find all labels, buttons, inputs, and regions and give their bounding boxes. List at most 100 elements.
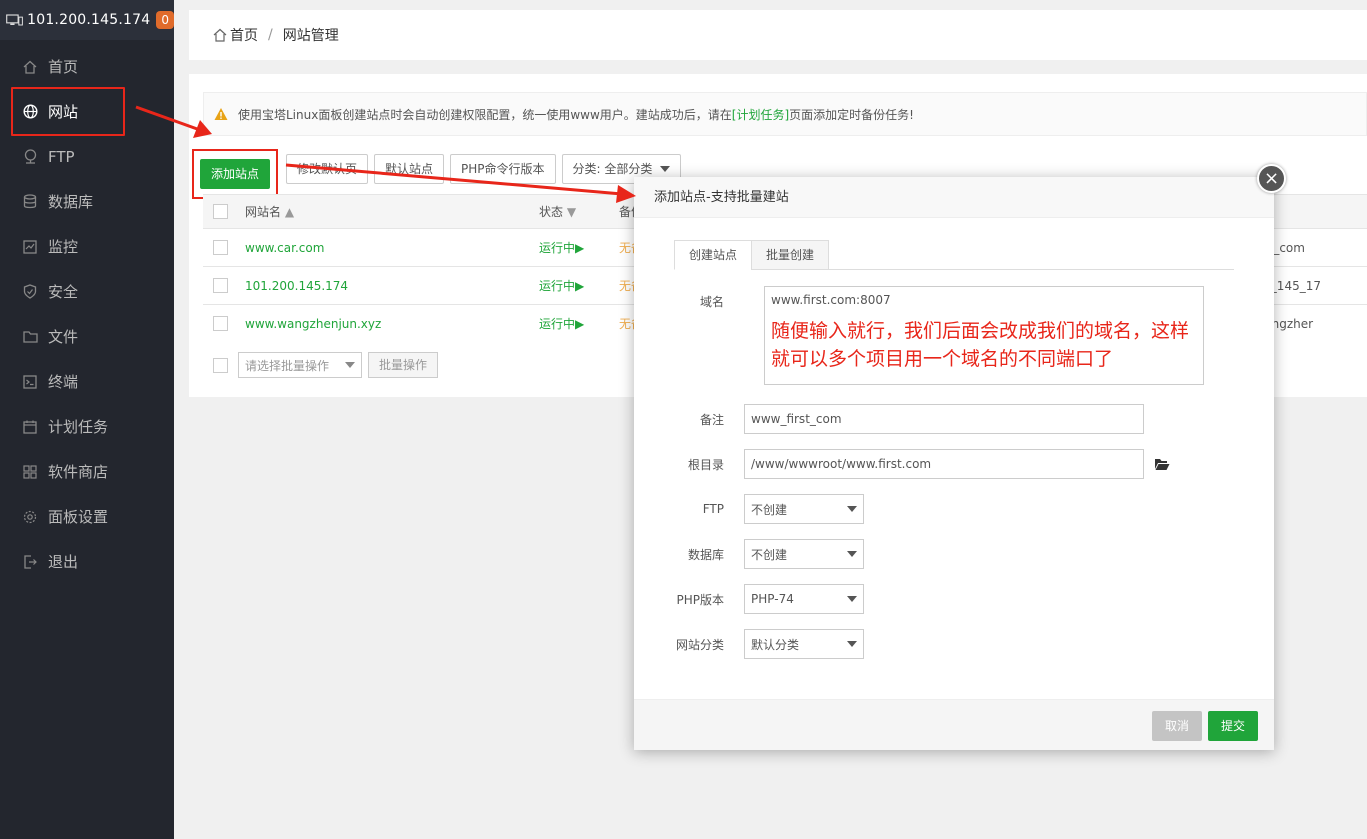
row-checkbox[interactable] bbox=[213, 316, 228, 332]
php-cli-version-button[interactable]: PHP命令行版本 bbox=[450, 154, 556, 184]
cron-link[interactable]: [计划任务] bbox=[732, 106, 789, 123]
modal-footer: 取消 提交 bbox=[634, 699, 1274, 750]
remark-label: 备注 bbox=[699, 412, 724, 427]
server-monitor-icon bbox=[6, 14, 23, 26]
sort-asc-icon: ▲ bbox=[284, 205, 295, 219]
sidebar-item-label: 安全 bbox=[48, 283, 79, 301]
home-icon bbox=[213, 28, 227, 42]
add-site-modal: 添加站点-支持批量建站 创建站点 批量创建 域名 www.first.com:8… bbox=[634, 177, 1274, 750]
sidebar-item-label: 监控 bbox=[48, 238, 79, 256]
php-version-select[interactable]: PHP-74 bbox=[744, 584, 864, 614]
close-icon[interactable]: × bbox=[1257, 164, 1286, 193]
breadcrumb-home[interactable]: 首页 bbox=[230, 25, 258, 45]
domain-value: www.first.com:8007 bbox=[771, 293, 891, 307]
shield-icon bbox=[22, 284, 38, 300]
submit-button[interactable]: 提交 bbox=[1208, 711, 1259, 741]
notice-text-end: 页面添加定时备份任务! bbox=[789, 107, 914, 122]
sidebar-item-label: 数据库 bbox=[48, 193, 94, 211]
site-category-select[interactable]: 默认分类 bbox=[744, 629, 864, 659]
ftp-icon bbox=[22, 149, 38, 165]
row-checkbox[interactable] bbox=[213, 278, 228, 293]
sidebar-item-logout[interactable]: 退出 bbox=[0, 539, 174, 584]
status-toggle[interactable]: 运行中▶ bbox=[539, 317, 584, 331]
sidebar-item-monitor[interactable]: 监控 bbox=[0, 224, 174, 269]
sidebar-item-store[interactable]: 软件商店 bbox=[0, 449, 174, 494]
sidebar-item-home[interactable]: 首页 bbox=[0, 44, 174, 89]
domain-textarea[interactable]: www.first.com:8007 随便输入就行，我们后面会改成我们的域名，这… bbox=[764, 286, 1204, 385]
sidebar-item-terminal[interactable]: 终端 bbox=[0, 359, 174, 404]
modal-tabs: 创建站点 批量创建 bbox=[674, 240, 1234, 270]
notice-text: 使用宝塔Linux面板创建站点时会自动创建权限配置，统一使用www用户。建站成功… bbox=[238, 107, 732, 122]
root-dir-input[interactable]: /www/wwwroot/www.first.com bbox=[744, 449, 1144, 479]
select-all-checkbox[interactable] bbox=[213, 204, 228, 219]
breadcrumb-current: 网站管理 bbox=[282, 28, 339, 44]
site-name-link[interactable]: www.car.com bbox=[245, 241, 324, 255]
sidebar-item-settings[interactable]: 面板设置 bbox=[0, 494, 174, 539]
site-name-link[interactable]: www.wangzhenjun.xyz bbox=[245, 317, 381, 331]
grid-icon bbox=[22, 464, 38, 480]
column-status[interactable]: 状态 bbox=[539, 205, 563, 219]
server-header: 101.200.145.174 0 bbox=[0, 0, 174, 40]
ftp-select-value: 不创建 bbox=[751, 502, 788, 517]
tab-create-site[interactable]: 创建站点 bbox=[674, 240, 753, 270]
chevron-down-icon bbox=[660, 166, 671, 172]
php-version-value: PHP-74 bbox=[751, 592, 794, 606]
database-label: 数据库 bbox=[687, 547, 724, 562]
database-row: 数据库 不创建 bbox=[634, 539, 1274, 569]
status-toggle[interactable]: 运行中▶ bbox=[539, 241, 584, 255]
sidebar-item-files[interactable]: 文件 bbox=[0, 314, 174, 359]
breadcrumb: 首页 / 网站管理 bbox=[189, 10, 1367, 60]
database-select-value: 不创建 bbox=[751, 547, 788, 562]
monitor-icon bbox=[22, 239, 38, 255]
warning-icon bbox=[214, 108, 228, 120]
terminal-icon bbox=[22, 374, 38, 390]
database-select[interactable]: 不创建 bbox=[744, 539, 864, 569]
batch-select-placeholder: 请选择批量操作 bbox=[245, 358, 330, 373]
status-toggle[interactable]: 运行中▶ bbox=[539, 279, 584, 293]
annotation-text: 随便输入就行，我们后面会改成我们的域名，这样就可以多个项目用一个域名的不同端口了 bbox=[771, 320, 1190, 370]
sidebar-item-database[interactable]: 数据库 bbox=[0, 179, 174, 224]
default-site-button[interactable]: 默认站点 bbox=[374, 154, 445, 184]
remark-input[interactable]: www_first_com bbox=[744, 404, 1144, 434]
sidebar-item-website[interactable]: 网站 bbox=[0, 87, 174, 136]
site-name-link[interactable]: 101.200.145.174 bbox=[245, 279, 348, 293]
row-checkbox[interactable] bbox=[213, 240, 228, 255]
batch-checkbox[interactable] bbox=[213, 357, 228, 373]
site-toolbar: 添加站点 修改默认页 默认站点 PHP命令行版本 分类: 全部分类 bbox=[192, 149, 687, 199]
modal-title: 添加站点-支持批量建站 bbox=[634, 177, 1274, 218]
sidebar-item-security[interactable]: 安全 bbox=[0, 269, 174, 314]
site-category-label: 网站分类 bbox=[675, 637, 724, 652]
sidebar-item-label: 面板设置 bbox=[48, 508, 109, 526]
sidebar-item-label: 计划任务 bbox=[48, 418, 109, 436]
remark-row: 备注 www_first_com bbox=[634, 404, 1274, 434]
column-site-name[interactable]: 网站名 bbox=[245, 205, 281, 219]
logout-icon bbox=[22, 554, 38, 570]
folder-icon bbox=[22, 329, 38, 345]
sidebar-item-label: 文件 bbox=[48, 328, 79, 346]
sidebar-item-cron[interactable]: 计划任务 bbox=[0, 404, 174, 449]
batch-operation-button[interactable]: 批量操作 bbox=[368, 352, 439, 378]
root-dir-label: 根目录 bbox=[687, 457, 724, 472]
message-badge[interactable]: 0 bbox=[156, 11, 174, 29]
add-site-highlight: 添加站点 bbox=[192, 149, 278, 199]
chevron-down-icon bbox=[847, 596, 857, 602]
root-dir-row: 根目录 /www/wwwroot/www.first.com bbox=[634, 449, 1274, 479]
database-icon bbox=[22, 194, 38, 210]
sidebar-menu: 首页 网站 FTP 数据库 监控 安全 文件 终端 计划任务 软件商店 面板设置… bbox=[0, 44, 174, 584]
folder-open-icon[interactable] bbox=[1154, 457, 1170, 471]
site-category-row: 网站分类 默认分类 bbox=[634, 629, 1274, 659]
ftp-select[interactable]: 不创建 bbox=[744, 494, 864, 524]
sidebar-item-ftp[interactable]: FTP bbox=[0, 134, 174, 179]
modify-default-page-button[interactable]: 修改默认页 bbox=[286, 154, 369, 184]
cancel-button[interactable]: 取消 bbox=[1152, 711, 1203, 741]
tab-batch-create[interactable]: 批量创建 bbox=[751, 240, 830, 270]
batch-operation-select[interactable]: 请选择批量操作 bbox=[238, 352, 362, 378]
chevron-down-icon bbox=[847, 506, 857, 512]
ftp-row: FTP 不创建 bbox=[634, 494, 1274, 524]
globe-icon bbox=[22, 104, 38, 120]
add-site-button[interactable]: 添加站点 bbox=[199, 159, 270, 189]
batch-bar: 请选择批量操作 批量操作 bbox=[213, 352, 439, 378]
server-ip: 101.200.145.174 bbox=[27, 12, 151, 28]
calendar-icon bbox=[22, 419, 38, 435]
sidebar: 101.200.145.174 0 首页 网站 FTP 数据库 监控 安全 文件… bbox=[0, 0, 174, 839]
